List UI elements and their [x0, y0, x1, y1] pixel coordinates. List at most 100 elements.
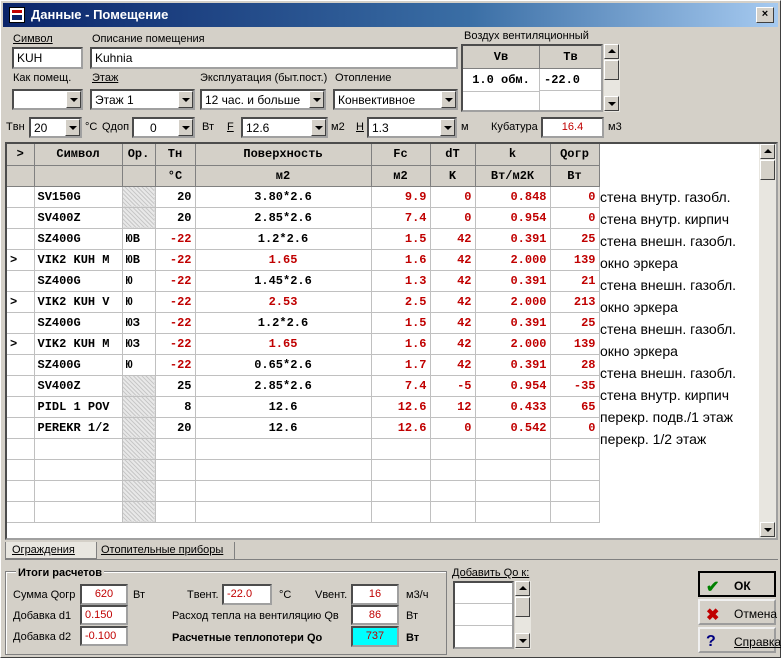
col-fc-cell[interactable]: 12.6 — [371, 396, 431, 418]
air-tv-value[interactable]: -22.0 — [540, 69, 601, 91]
col-k-cell[interactable]: 0.954 — [475, 207, 551, 229]
col-surface-cell[interactable] — [195, 501, 372, 523]
col-tn-cell[interactable]: -22 — [155, 354, 196, 376]
symbol-input[interactable]: KUH — [12, 47, 83, 69]
chevron-down-icon[interactable] — [440, 119, 455, 136]
col-orientation-header[interactable]: Ор. — [122, 144, 156, 166]
chevron-down-icon[interactable] — [178, 119, 193, 136]
col-orientation-cell[interactable]: ЮЗ — [122, 333, 156, 355]
col-fc-cell[interactable] — [371, 459, 431, 481]
col-dt-unit[interactable]: K — [430, 165, 476, 187]
col-dt-cell[interactable]: 42 — [430, 333, 476, 355]
col-k-cell[interactable] — [475, 459, 551, 481]
air-grid[interactable]: Vв Tв 1.0 обм. -22.0 — [461, 44, 603, 112]
col-mark-cell[interactable] — [7, 207, 35, 229]
col-surface-cell[interactable]: 2.85*2.6 — [195, 207, 372, 229]
col-tn-cell[interactable]: 8 — [155, 396, 196, 418]
col-orientation-cell[interactable] — [122, 207, 156, 229]
col-mark-cell[interactable]: > — [7, 291, 35, 313]
col-surface-cell[interactable] — [195, 459, 372, 481]
col-orientation-cell[interactable] — [122, 438, 156, 460]
col-symbol-unit[interactable] — [34, 165, 123, 187]
table-row-empty[interactable] — [7, 438, 600, 460]
col-dt-cell[interactable]: 42 — [430, 291, 476, 313]
col-orientation-cell[interactable] — [122, 459, 156, 481]
col-k-cell[interactable]: 0.433 — [475, 396, 551, 418]
col-k-cell[interactable]: 0.848 — [475, 186, 551, 208]
col-tn-cell[interactable]: -22 — [155, 291, 196, 313]
col-mark-cell[interactable] — [7, 270, 35, 292]
scroll-thumb[interactable] — [604, 60, 619, 80]
col-mark-cell[interactable] — [7, 396, 35, 418]
col-dt-cell[interactable]: 42 — [430, 312, 476, 334]
tab-pribory[interactable]: Отопительные приборы — [95, 542, 235, 559]
table-row[interactable]: SZ400G Ю -22 0.65*2.6 1.7 42 0.391 28 — [7, 354, 600, 376]
d1-input[interactable]: 0.150 — [80, 605, 128, 625]
col-tn-cell[interactable]: -22 — [155, 312, 196, 334]
col-orientation-cell[interactable]: ЮВ — [122, 228, 156, 250]
col-tn-unit[interactable]: °C — [155, 165, 196, 187]
col-surface-cell[interactable]: 0.65*2.6 — [195, 354, 372, 376]
air-scrollbar[interactable] — [604, 44, 620, 112]
scroll-up-icon[interactable] — [604, 44, 619, 59]
table-row[interactable]: SZ400G ЮЗ -22 1.2*2.6 1.5 42 0.391 25 — [7, 312, 600, 334]
col-orientation-cell[interactable]: Ю — [122, 354, 156, 376]
chevron-down-icon[interactable] — [65, 119, 80, 136]
col-fc-cell[interactable]: 7.4 — [371, 207, 431, 229]
col-mark-cell[interactable]: > — [7, 333, 35, 355]
col-symbol-cell[interactable]: VIK2 KUH M — [34, 249, 123, 271]
col-mark-unit[interactable] — [7, 165, 35, 187]
col-qogr-cell[interactable]: 0 — [550, 186, 600, 208]
col-k-cell[interactable]: 2.000 — [475, 291, 551, 313]
col-orientation-cell[interactable]: Ю — [122, 291, 156, 313]
col-qogr-cell[interactable]: 213 — [550, 291, 600, 313]
col-dt-cell[interactable]: 0 — [430, 186, 476, 208]
col-qogr-cell[interactable]: -35 — [550, 375, 600, 397]
col-fc-cell[interactable]: 12.6 — [371, 417, 431, 439]
col-symbol-cell[interactable]: PEREKR 1/2 — [34, 417, 123, 439]
col-surface-cell[interactable]: 2.85*2.6 — [195, 375, 372, 397]
col-fc-cell[interactable]: 1.6 — [371, 249, 431, 271]
col-orientation-cell[interactable] — [122, 480, 156, 502]
col-mark-cell[interactable] — [7, 375, 35, 397]
col-dt-cell[interactable]: 0 — [430, 207, 476, 229]
col-tn-cell[interactable]: -22 — [155, 333, 196, 355]
close-button[interactable]: × — [756, 7, 774, 23]
col-tn-cell[interactable] — [155, 459, 196, 481]
col-surface-cell[interactable]: 12.6 — [195, 396, 372, 418]
col-orientation-unit[interactable] — [122, 165, 156, 187]
col-k-cell[interactable]: 2.000 — [475, 249, 551, 271]
d2-input[interactable]: -0.100 — [80, 626, 128, 646]
tab-ograzhdenia[interactable]: Ограждения — [5, 542, 97, 559]
col-surface-cell[interactable]: 1.2*2.6 — [195, 312, 372, 334]
main-grid[interactable]: > Символ Ор. Tн Поверхность Fc dT k Qогр °C м2 м2 K В… — [7, 144, 600, 523]
col-qogr-cell[interactable]: 25 — [550, 312, 600, 334]
col-dt-cell[interactable]: -5 — [430, 375, 476, 397]
table-row[interactable]: SV400Z 25 2.85*2.6 7.4 -5 0.954 -35 — [7, 375, 600, 397]
col-tn-cell[interactable]: -22 — [155, 270, 196, 292]
qdop-select[interactable]: 0 — [132, 117, 195, 138]
title-bar[interactable]: Данные - Помещение × — [3, 3, 778, 27]
col-symbol-cell[interactable] — [34, 501, 123, 523]
col-fc-cell[interactable]: 1.5 — [371, 228, 431, 250]
col-surface-cell[interactable]: 2.53 — [195, 291, 372, 313]
col-symbol-cell[interactable]: VIK2 KUH V — [34, 291, 123, 313]
col-k-cell[interactable] — [475, 501, 551, 523]
scroll-down-icon[interactable] — [760, 522, 775, 537]
chevron-down-icon[interactable] — [178, 91, 193, 108]
col-symbol-cell[interactable]: SZ400G — [34, 312, 123, 334]
col-dt-header[interactable]: dT — [430, 144, 476, 166]
scroll-up-icon[interactable] — [760, 144, 775, 159]
col-qogr-cell[interactable]: 65 — [550, 396, 600, 418]
col-symbol-cell[interactable]: SZ400G — [34, 228, 123, 250]
col-surface-cell[interactable] — [195, 480, 372, 502]
col-symbol-cell[interactable]: VIK2 KUH M — [34, 333, 123, 355]
col-mark-cell[interactable] — [7, 438, 35, 460]
col-dt-cell[interactable]: 12 — [430, 396, 476, 418]
etazh-select[interactable]: Этаж 1 — [90, 89, 195, 110]
col-mark-cell[interactable] — [7, 354, 35, 376]
scroll-up-icon[interactable] — [515, 581, 530, 596]
col-surface-cell[interactable]: 1.65 — [195, 333, 372, 355]
col-mark-cell[interactable] — [7, 228, 35, 250]
col-dt-cell[interactable]: 42 — [430, 228, 476, 250]
